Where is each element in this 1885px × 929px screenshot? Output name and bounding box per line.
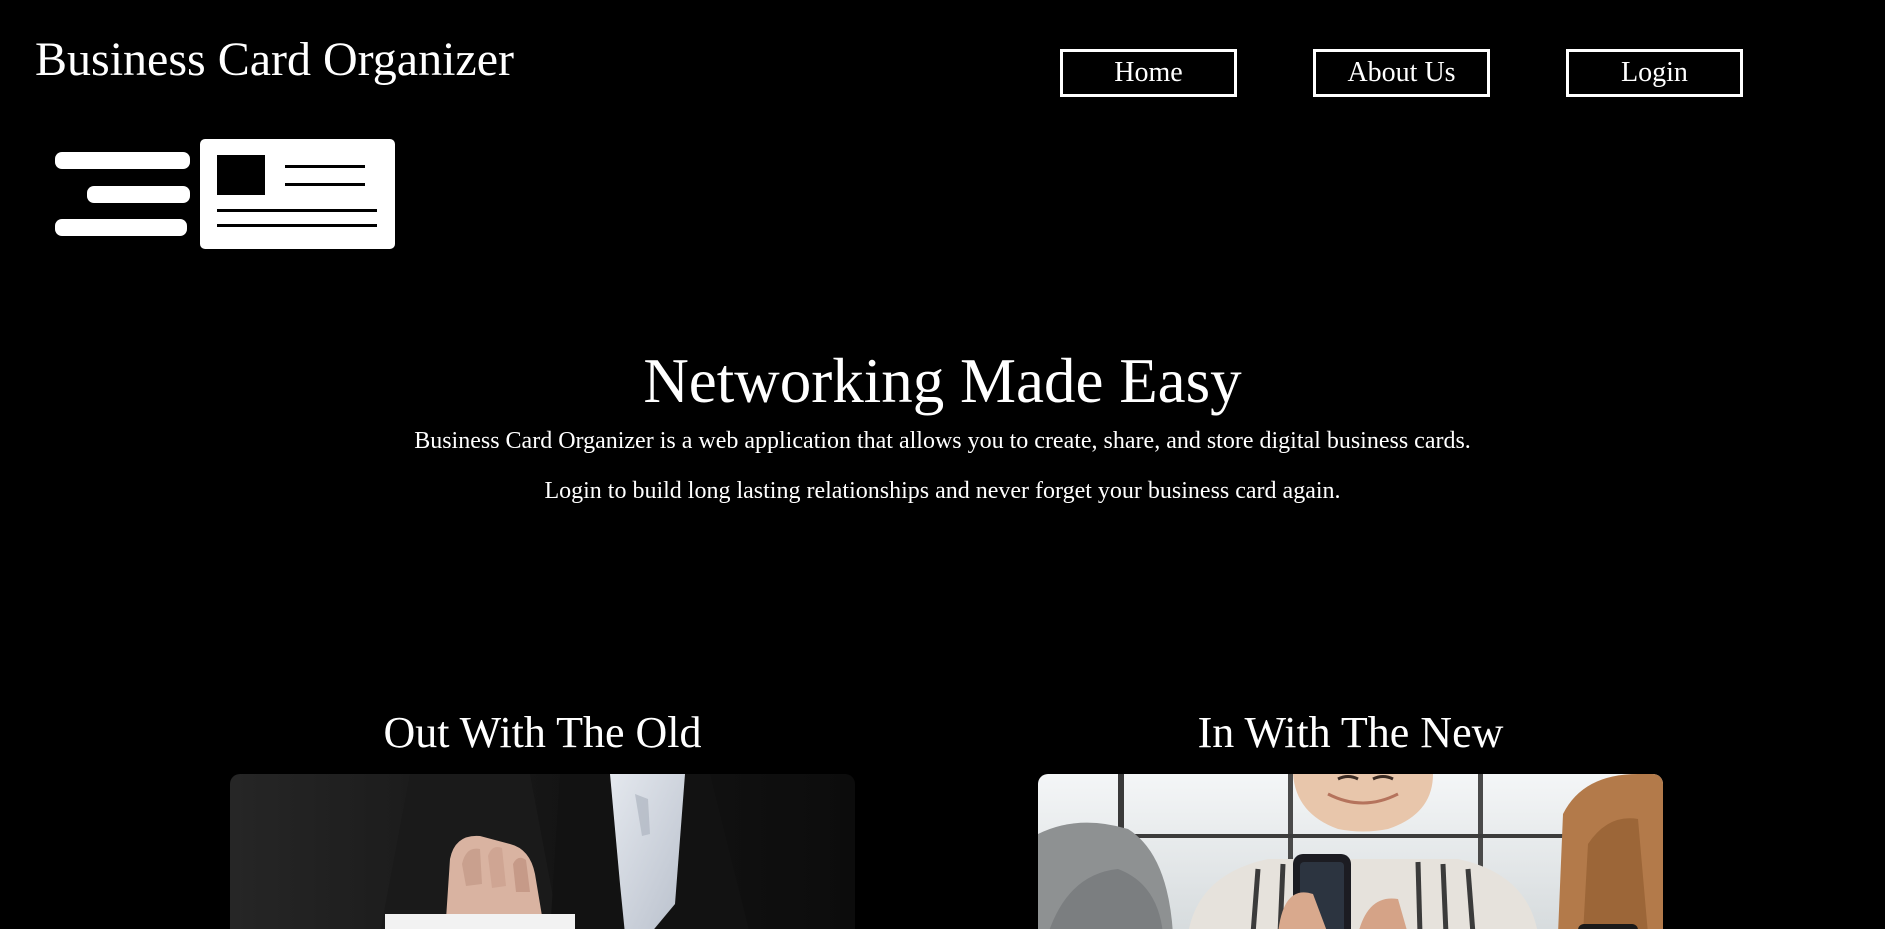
about-us-button[interactable]: About Us <box>1313 49 1490 97</box>
out-with-old-section: Out With The Old <box>230 703 855 929</box>
site-title: Business Card Organizer <box>35 33 515 86</box>
business-card-logo-icon <box>55 139 395 256</box>
hero-section: Networking Made Easy Business Card Organ… <box>0 345 1885 506</box>
people-using-smartphones-photo <box>1038 774 1663 929</box>
hero-title: Networking Made Easy <box>643 346 1242 416</box>
main-nav: Home About Us Login <box>1060 49 1743 97</box>
in-with-new-title: In With The New <box>1197 708 1504 757</box>
in-with-new-section: In With The New <box>1038 703 1663 929</box>
home-button[interactable]: Home <box>1060 49 1237 97</box>
hero-description: Business Card Organizer is a web applica… <box>414 428 1471 454</box>
login-button[interactable]: Login <box>1566 49 1743 97</box>
person-holding-paper-business-card-photo <box>230 774 855 929</box>
out-with-old-title: Out With The Old <box>383 708 702 757</box>
page: Business Card Organizer Home About Us Lo… <box>0 0 1885 929</box>
hero-cta-text: Login to build long lasting relationship… <box>544 478 1341 504</box>
